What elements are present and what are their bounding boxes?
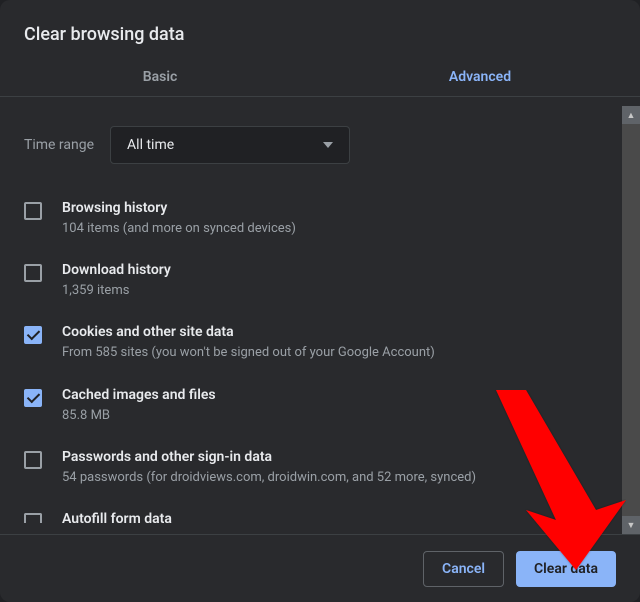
option-browsing-history: Browsing history 104 items (and more on … [24, 188, 602, 250]
option-title: Passwords and other sign-in data [62, 449, 476, 465]
cancel-button[interactable]: Cancel [423, 551, 504, 587]
option-cookies: Cookies and other site data From 585 sit… [24, 312, 602, 374]
tab-advanced[interactable]: Advanced [320, 59, 640, 95]
checkbox-browsing-history[interactable] [24, 202, 42, 220]
time-range-label: Time range [24, 137, 94, 153]
option-sub: 1,359 items [62, 282, 171, 300]
dialog-body: Time range All time Browsing history 104… [0, 106, 622, 534]
checkbox-cached[interactable] [24, 389, 42, 407]
dialog-title: Clear browsing data [0, 0, 640, 57]
checkbox-download-history[interactable] [24, 264, 42, 282]
clear-browsing-data-dialog: Clear browsing data Basic Advanced Time … [0, 0, 640, 602]
tab-basic[interactable]: Basic [0, 59, 320, 95]
option-title: Cookies and other site data [62, 324, 435, 340]
checkbox-passwords[interactable] [24, 451, 42, 469]
scroll-down-icon[interactable]: ▼ [622, 516, 640, 534]
clear-data-button[interactable]: Clear data [516, 551, 616, 587]
time-range-value: All time [127, 137, 174, 153]
option-sub: 104 items (and more on synced devices) [62, 220, 296, 238]
chevron-down-icon [323, 142, 333, 148]
option-title: Cached images and files [62, 387, 216, 403]
option-cached: Cached images and files 85.8 MB [24, 375, 602, 437]
option-title: Browsing history [62, 200, 296, 216]
option-passwords: Passwords and other sign-in data 54 pass… [24, 437, 602, 499]
checkbox-autofill[interactable] [24, 513, 42, 523]
time-range-row: Time range All time [24, 126, 602, 164]
option-title: Autofill form data [62, 511, 172, 527]
dialog-footer: Cancel Clear data [0, 534, 640, 602]
option-sub: 85.8 MB [62, 407, 216, 425]
option-download-history: Download history 1,359 items [24, 250, 602, 312]
scroll-up-icon[interactable]: ▲ [622, 106, 640, 124]
scrollbar[interactable]: ▲ ▼ [622, 106, 640, 534]
option-sub: 54 passwords (for droidviews.com, droidw… [62, 469, 476, 487]
time-range-select[interactable]: All time [110, 126, 350, 164]
option-title: Download history [62, 262, 171, 278]
option-sub: From 585 sites (you won't be signed out … [62, 344, 435, 362]
tabs: Basic Advanced [0, 57, 640, 97]
checkbox-cookies[interactable] [24, 326, 42, 344]
option-autofill: Autofill form data [24, 499, 602, 534]
